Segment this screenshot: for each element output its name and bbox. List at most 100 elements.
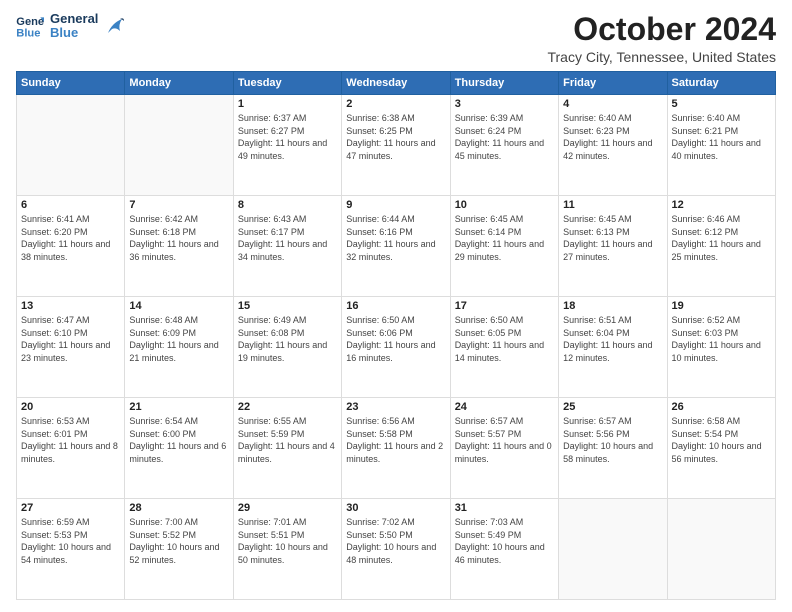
day-cell-w4d0: 27Sunrise: 6:59 AMSunset: 5:53 PMDayligh… — [17, 499, 125, 600]
day-cell-w2d3: 16 Sunrise: 6:50 AMSunset: 6:06 PMDayligh… — [342, 297, 450, 398]
day-info-w1d5: Sunrise: 6:45 AMSunset: 6:13 PMDaylight:… — [563, 213, 662, 263]
header: General Blue General Blue October 2024 T… — [16, 12, 776, 65]
day-number-w3d0: 20 — [21, 401, 120, 413]
day-number-w1d2: 8 — [238, 199, 337, 211]
calendar-table: Sunday Monday Tuesday Wednesday Thursday… — [16, 71, 776, 600]
week-row-0: 1 Sunrise: 6:37 AMSunset: 6:27 PMDaylight… — [17, 95, 776, 196]
day-cell-w2d6: 19 Sunrise: 6:52 AMSunset: 6:03 PMDayligh… — [667, 297, 775, 398]
day-number-w4d2: 29 — [238, 502, 337, 514]
main-title: October 2024 — [547, 12, 776, 47]
day-number-w4d0: 27 — [21, 502, 120, 514]
day-number-w2d2: 15 — [238, 300, 337, 312]
col-saturday: Saturday — [667, 72, 775, 95]
day-number-w1d5: 11 — [563, 199, 662, 211]
day-info-w0d3: Sunrise: 6:38 AMSunset: 6:25 PMDaylight:… — [346, 112, 445, 162]
day-number-w2d3: 16 — [346, 300, 445, 312]
week-row-2: 13Sunrise: 6:47 AMSunset: 6:10 PMDayligh… — [17, 297, 776, 398]
day-number-w1d6: 12 — [672, 199, 771, 211]
day-number-w3d3: 23 — [346, 401, 445, 413]
day-info-w0d5: Sunrise: 6:40 AMSunset: 6:23 PMDaylight:… — [563, 112, 662, 162]
day-info-w0d6: Sunrise: 6:40 AMSunset: 6:21 PMDaylight:… — [672, 112, 771, 162]
logo-general: General — [50, 12, 98, 26]
day-info-w3d2: Sunrise: 6:55 AMSunset: 5:59 PMDaylight:… — [238, 415, 337, 465]
day-cell-w4d2: 29 Sunrise: 7:01 AMSunset: 5:51 PMDayligh… — [233, 499, 341, 600]
day-cell-w0d2: 1 Sunrise: 6:37 AMSunset: 6:27 PMDaylight… — [233, 95, 341, 196]
day-cell-w0d0 — [17, 95, 125, 196]
calendar-header-row: Sunday Monday Tuesday Wednesday Thursday… — [17, 72, 776, 95]
day-cell-w2d2: 15Sunrise: 6:49 AMSunset: 6:08 PMDayligh… — [233, 297, 341, 398]
day-number-w2d6: 19 — [672, 300, 771, 312]
day-info-w3d4: Sunrise: 6:57 AMSunset: 5:57 PMDaylight:… — [455, 415, 554, 465]
logo-icon: General Blue — [16, 14, 44, 38]
day-number-w0d6: 5 — [672, 98, 771, 110]
day-info-w3d1: Sunrise: 6:54 AMSunset: 6:00 PMDaylight:… — [129, 415, 228, 465]
day-number-w3d4: 24 — [455, 401, 554, 413]
col-monday: Monday — [125, 72, 233, 95]
svg-text:Blue: Blue — [16, 28, 40, 39]
day-info-w2d4: Sunrise: 6:50 AMSunset: 6:05 PMDaylight:… — [455, 314, 554, 364]
day-cell-w4d6 — [667, 499, 775, 600]
day-info-w1d2: Sunrise: 6:43 AMSunset: 6:17 PMDaylight:… — [238, 213, 337, 263]
day-cell-w0d4: 3Sunrise: 6:39 AMSunset: 6:24 PMDaylight… — [450, 95, 558, 196]
day-cell-w1d1: 7 Sunrise: 6:42 AMSunset: 6:18 PMDaylight… — [125, 196, 233, 297]
day-info-w3d6: Sunrise: 6:58 AMSunset: 5:54 PMDaylight:… — [672, 415, 771, 465]
day-cell-w3d5: 25 Sunrise: 6:57 AMSunset: 5:56 PMDayligh… — [559, 398, 667, 499]
day-number-w3d1: 21 — [129, 401, 228, 413]
col-thursday: Thursday — [450, 72, 558, 95]
day-info-w1d6: Sunrise: 6:46 AMSunset: 6:12 PMDaylight:… — [672, 213, 771, 263]
day-cell-w0d6: 5 Sunrise: 6:40 AMSunset: 6:21 PMDaylight… — [667, 95, 775, 196]
day-info-w2d6: Sunrise: 6:52 AMSunset: 6:03 PMDaylight:… — [672, 314, 771, 364]
logo-bird-icon — [106, 15, 124, 37]
day-info-w0d2: Sunrise: 6:37 AMSunset: 6:27 PMDaylight:… — [238, 112, 337, 162]
day-cell-w4d1: 28Sunrise: 7:00 AMSunset: 5:52 PMDayligh… — [125, 499, 233, 600]
day-info-w2d3: Sunrise: 6:50 AMSunset: 6:06 PMDaylight:… — [346, 314, 445, 364]
week-row-4: 27Sunrise: 6:59 AMSunset: 5:53 PMDayligh… — [17, 499, 776, 600]
logo: General Blue General Blue — [16, 12, 124, 41]
day-info-w3d3: Sunrise: 6:56 AMSunset: 5:58 PMDaylight:… — [346, 415, 445, 465]
day-number-w0d3: 2 — [346, 98, 445, 110]
day-number-w4d3: 30 — [346, 502, 445, 514]
day-number-w3d5: 25 — [563, 401, 662, 413]
day-cell-w1d2: 8 Sunrise: 6:43 AMSunset: 6:17 PMDaylight… — [233, 196, 341, 297]
day-cell-w1d6: 12 Sunrise: 6:46 AMSunset: 6:12 PMDayligh… — [667, 196, 775, 297]
svg-text:General: General — [16, 16, 44, 28]
day-number-w2d4: 17 — [455, 300, 554, 312]
day-cell-w2d5: 18 Sunrise: 6:51 AMSunset: 6:04 PMDayligh… — [559, 297, 667, 398]
page: General Blue General Blue October 2024 T… — [0, 0, 792, 612]
week-row-1: 6 Sunrise: 6:41 AMSunset: 6:20 PMDaylight… — [17, 196, 776, 297]
day-number-w1d0: 6 — [21, 199, 120, 211]
day-cell-w0d5: 4 Sunrise: 6:40 AMSunset: 6:23 PMDaylight… — [559, 95, 667, 196]
day-cell-w3d0: 20 Sunrise: 6:53 AMSunset: 6:01 PMDayligh… — [17, 398, 125, 499]
day-number-w4d4: 31 — [455, 502, 554, 514]
day-cell-w1d4: 10Sunrise: 6:45 AMSunset: 6:14 PMDayligh… — [450, 196, 558, 297]
day-cell-w1d0: 6 Sunrise: 6:41 AMSunset: 6:20 PMDaylight… — [17, 196, 125, 297]
col-tuesday: Tuesday — [233, 72, 341, 95]
day-number-w1d3: 9 — [346, 199, 445, 211]
day-info-w1d4: Sunrise: 6:45 AMSunset: 6:14 PMDaylight:… — [455, 213, 554, 263]
day-cell-w1d5: 11 Sunrise: 6:45 AMSunset: 6:13 PMDayligh… — [559, 196, 667, 297]
day-number-w0d5: 4 — [563, 98, 662, 110]
day-info-w4d4: Sunrise: 7:03 AMSunset: 5:49 PMDaylight:… — [455, 516, 554, 566]
day-cell-w0d3: 2 Sunrise: 6:38 AMSunset: 6:25 PMDaylight… — [342, 95, 450, 196]
day-info-w3d5: Sunrise: 6:57 AMSunset: 5:56 PMDaylight:… — [563, 415, 662, 465]
day-number-w3d6: 26 — [672, 401, 771, 413]
day-cell-w2d1: 14Sunrise: 6:48 AMSunset: 6:09 PMDayligh… — [125, 297, 233, 398]
day-info-w4d2: Sunrise: 7:01 AMSunset: 5:51 PMDaylight:… — [238, 516, 337, 566]
day-number-w0d2: 1 — [238, 98, 337, 110]
day-info-w1d0: Sunrise: 6:41 AMSunset: 6:20 PMDaylight:… — [21, 213, 120, 263]
day-info-w1d3: Sunrise: 6:44 AMSunset: 6:16 PMDaylight:… — [346, 213, 445, 263]
subtitle: Tracy City, Tennessee, United States — [547, 49, 776, 65]
day-number-w1d1: 7 — [129, 199, 228, 211]
day-info-w3d0: Sunrise: 6:53 AMSunset: 6:01 PMDaylight:… — [21, 415, 120, 465]
day-cell-w3d4: 24 Sunrise: 6:57 AMSunset: 5:57 PMDayligh… — [450, 398, 558, 499]
day-cell-w4d4: 31 Sunrise: 7:03 AMSunset: 5:49 PMDayligh… — [450, 499, 558, 600]
day-cell-w3d3: 23 Sunrise: 6:56 AMSunset: 5:58 PMDayligh… — [342, 398, 450, 499]
day-info-w2d5: Sunrise: 6:51 AMSunset: 6:04 PMDaylight:… — [563, 314, 662, 364]
day-cell-w3d1: 21 Sunrise: 6:54 AMSunset: 6:00 PMDayligh… — [125, 398, 233, 499]
day-cell-w2d0: 13Sunrise: 6:47 AMSunset: 6:10 PMDayligh… — [17, 297, 125, 398]
day-number-w2d5: 18 — [563, 300, 662, 312]
col-wednesday: Wednesday — [342, 72, 450, 95]
week-row-3: 20 Sunrise: 6:53 AMSunset: 6:01 PMDayligh… — [17, 398, 776, 499]
day-info-w1d1: Sunrise: 6:42 AMSunset: 6:18 PMDaylight:… — [129, 213, 228, 263]
day-info-w4d1: Sunrise: 7:00 AMSunset: 5:52 PMDaylight:… — [129, 516, 228, 566]
